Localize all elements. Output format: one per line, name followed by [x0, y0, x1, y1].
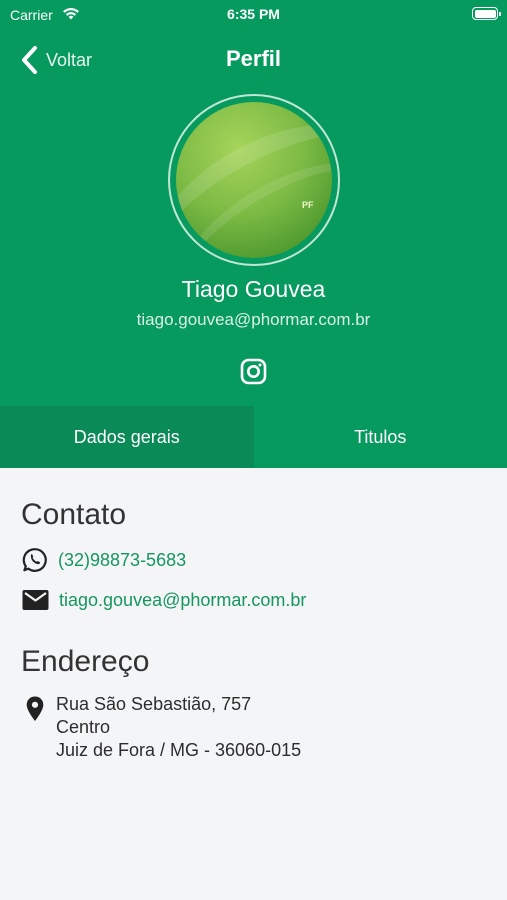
address-line-street: Rua São Sebastião, 757: [56, 694, 252, 714]
location-pin-icon: [26, 696, 44, 721]
phone-row[interactable]: (32)98873-5683: [22, 547, 186, 573]
email-row[interactable]: tiago.gouvea@phormar.com.br: [22, 589, 306, 611]
tab-titulos[interactable]: Titulos: [254, 406, 507, 468]
logo-mark: PF: [302, 200, 314, 210]
tab-bar: Dados gerais Titulos: [0, 406, 507, 468]
page-title: Perfil: [225, 46, 282, 71]
phone-link[interactable]: (32)98873-5683: [58, 550, 186, 571]
profile-header: Carrier 6:35 PM Voltar Perfil PF Tiago G…: [0, 0, 507, 468]
avatar: PF: [176, 102, 332, 258]
address-section-title: Endereço: [21, 645, 150, 678]
status-bar: Carrier 6:35 PM: [0, 0, 507, 30]
profile-name: Tiago Gouvea: [181, 276, 326, 302]
clock: 6:35 PM: [227, 6, 280, 22]
tab-dados-gerais[interactable]: Dados gerais: [0, 406, 254, 468]
battery-icon: [472, 7, 501, 20]
instagram-icon[interactable]: [240, 358, 267, 385]
address-line-district: Centro: [56, 717, 111, 737]
contact-section-title: Contato: [21, 498, 127, 531]
whatsapp-icon: [22, 548, 47, 572]
address-line-city: Juiz de Fora / MG - 36060-015: [56, 740, 302, 760]
address-block: Rua São Sebastião, 757 Centro Juiz de Fo…: [56, 693, 301, 762]
profile-email: tiago.gouvea@phormar.com.br: [136, 310, 371, 329]
mail-icon: [22, 590, 49, 610]
email-link[interactable]: tiago.gouvea@phormar.com.br: [59, 590, 306, 611]
